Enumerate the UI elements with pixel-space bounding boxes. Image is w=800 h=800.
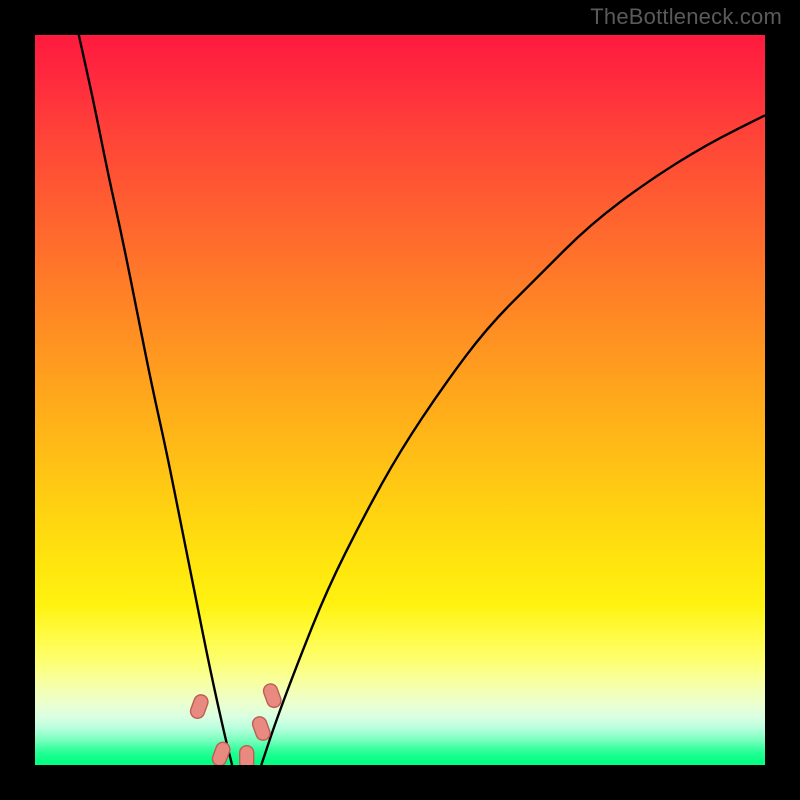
series-right-branch bbox=[261, 115, 765, 765]
markers-group bbox=[189, 682, 283, 765]
marker-left-lower-marker bbox=[210, 740, 231, 765]
marker-right-upper-marker bbox=[262, 682, 283, 709]
chart-svg bbox=[35, 35, 765, 765]
watermark-text: TheBottleneck.com bbox=[590, 4, 782, 30]
marker-bottom-marker bbox=[240, 746, 254, 765]
marker-right-lower-marker bbox=[251, 715, 272, 742]
chart-area bbox=[35, 35, 765, 765]
series-left-branch bbox=[79, 35, 232, 765]
marker-left-upper-marker bbox=[189, 693, 210, 720]
